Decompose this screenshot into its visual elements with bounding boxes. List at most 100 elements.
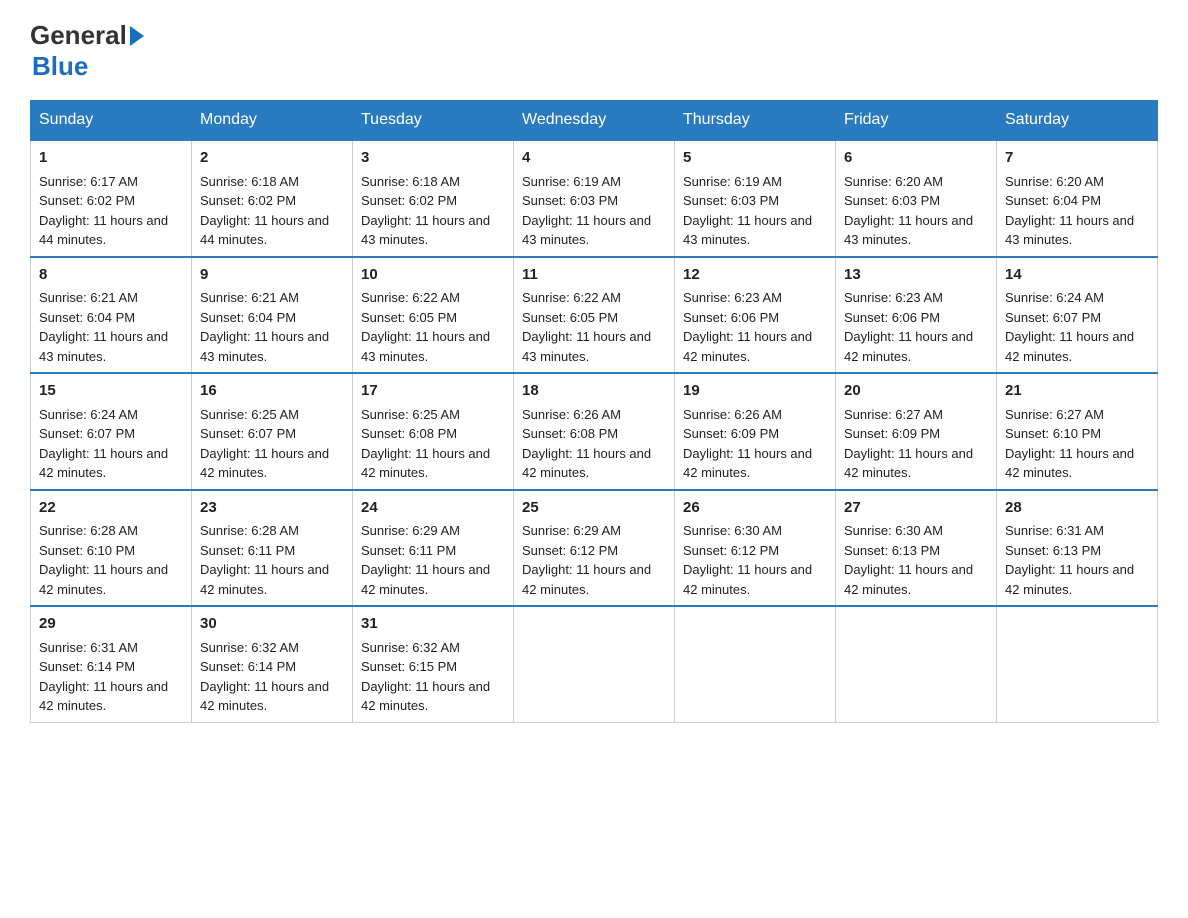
day-number: 7 — [1005, 147, 1149, 170]
day-info: Sunrise: 6:24 AMSunset: 6:07 PMDaylight:… — [39, 407, 168, 481]
day-number: 22 — [39, 497, 183, 520]
col-saturday: Saturday — [997, 101, 1158, 141]
calendar-cell: 15 Sunrise: 6:24 AMSunset: 6:07 PMDayligh… — [31, 373, 192, 490]
day-info: Sunrise: 6:28 AMSunset: 6:10 PMDaylight:… — [39, 523, 168, 597]
day-info: Sunrise: 6:26 AMSunset: 6:09 PMDaylight:… — [683, 407, 812, 481]
day-number: 11 — [522, 264, 666, 287]
calendar-cell: 5 Sunrise: 6:19 AMSunset: 6:03 PMDaylight… — [675, 140, 836, 257]
calendar-cell: 6 Sunrise: 6:20 AMSunset: 6:03 PMDaylight… — [836, 140, 997, 257]
calendar-cell: 17 Sunrise: 6:25 AMSunset: 6:08 PMDayligh… — [353, 373, 514, 490]
day-number: 6 — [844, 147, 988, 170]
day-number: 24 — [361, 497, 505, 520]
calendar-cell — [514, 606, 675, 722]
calendar-cell: 24 Sunrise: 6:29 AMSunset: 6:11 PMDayligh… — [353, 490, 514, 607]
calendar-cell: 30Sunrise: 6:32 AMSunset: 6:14 PMDayligh… — [192, 606, 353, 722]
calendar-cell: 18 Sunrise: 6:26 AMSunset: 6:08 PMDayligh… — [514, 373, 675, 490]
logo: General Blue — [30, 20, 145, 82]
day-info: Sunrise: 6:32 AMSunset: 6:14 PMDaylight:… — [200, 640, 329, 714]
calendar-cell: 25 Sunrise: 6:29 AMSunset: 6:12 PMDayligh… — [514, 490, 675, 607]
day-number: 10 — [361, 264, 505, 287]
day-info: Sunrise: 6:22 AMSunset: 6:05 PMDaylight:… — [361, 290, 490, 364]
day-number: 3 — [361, 147, 505, 170]
calendar-cell: 4 Sunrise: 6:19 AMSunset: 6:03 PMDaylight… — [514, 140, 675, 257]
calendar-cell: 10 Sunrise: 6:22 AMSunset: 6:05 PMDayligh… — [353, 257, 514, 374]
calendar-header-row: Sunday Monday Tuesday Wednesday Thursday… — [31, 101, 1158, 141]
calendar-cell: 9Sunrise: 6:21 AMSunset: 6:04 PMDaylight… — [192, 257, 353, 374]
calendar-cell — [997, 606, 1158, 722]
calendar-week-row: 29Sunrise: 6:31 AMSunset: 6:14 PMDayligh… — [31, 606, 1158, 722]
calendar-cell: 13 Sunrise: 6:23 AMSunset: 6:06 PMDayligh… — [836, 257, 997, 374]
col-wednesday: Wednesday — [514, 101, 675, 141]
day-info: Sunrise: 6:25 AMSunset: 6:08 PMDaylight:… — [361, 407, 490, 481]
calendar-cell: 28Sunrise: 6:31 AMSunset: 6:13 PMDayligh… — [997, 490, 1158, 607]
day-number: 26 — [683, 497, 827, 520]
day-number: 1 — [39, 147, 183, 170]
day-info: Sunrise: 6:21 AMSunset: 6:04 PMDaylight:… — [39, 290, 168, 364]
day-number: 31 — [361, 613, 505, 636]
day-number: 17 — [361, 380, 505, 403]
logo-general-text: General — [30, 20, 127, 51]
calendar-cell: 8 Sunrise: 6:21 AMSunset: 6:04 PMDaylight… — [31, 257, 192, 374]
col-friday: Friday — [836, 101, 997, 141]
day-info: Sunrise: 6:19 AMSunset: 6:03 PMDaylight:… — [683, 174, 812, 248]
day-number: 19 — [683, 380, 827, 403]
calendar-cell: 27Sunrise: 6:30 AMSunset: 6:13 PMDayligh… — [836, 490, 997, 607]
col-sunday: Sunday — [31, 101, 192, 141]
day-info: Sunrise: 6:27 AMSunset: 6:09 PMDaylight:… — [844, 407, 973, 481]
day-info: Sunrise: 6:29 AMSunset: 6:11 PMDaylight:… — [361, 523, 490, 597]
day-number: 20 — [844, 380, 988, 403]
day-info: Sunrise: 6:24 AMSunset: 6:07 PMDaylight:… — [1005, 290, 1134, 364]
day-info: Sunrise: 6:20 AMSunset: 6:04 PMDaylight:… — [1005, 174, 1134, 248]
calendar-cell: 12Sunrise: 6:23 AMSunset: 6:06 PMDayligh… — [675, 257, 836, 374]
logo-arrow-icon — [130, 26, 144, 46]
day-info: Sunrise: 6:28 AMSunset: 6:11 PMDaylight:… — [200, 523, 329, 597]
calendar-cell: 21 Sunrise: 6:27 AMSunset: 6:10 PMDayligh… — [997, 373, 1158, 490]
calendar-cell: 31Sunrise: 6:32 AMSunset: 6:15 PMDayligh… — [353, 606, 514, 722]
calendar-week-row: 15 Sunrise: 6:24 AMSunset: 6:07 PMDayligh… — [31, 373, 1158, 490]
day-info: Sunrise: 6:29 AMSunset: 6:12 PMDaylight:… — [522, 523, 651, 597]
calendar-week-row: 1Sunrise: 6:17 AMSunset: 6:02 PMDaylight… — [31, 140, 1158, 257]
day-number: 13 — [844, 264, 988, 287]
day-number: 18 — [522, 380, 666, 403]
page-header: General Blue — [30, 20, 1158, 82]
calendar-cell: 16Sunrise: 6:25 AMSunset: 6:07 PMDayligh… — [192, 373, 353, 490]
day-info: Sunrise: 6:19 AMSunset: 6:03 PMDaylight:… — [522, 174, 651, 248]
day-info: Sunrise: 6:18 AMSunset: 6:02 PMDaylight:… — [361, 174, 490, 248]
calendar-cell: 22 Sunrise: 6:28 AMSunset: 6:10 PMDayligh… — [31, 490, 192, 607]
day-number: 29 — [39, 613, 183, 636]
day-number: 15 — [39, 380, 183, 403]
calendar-cell: 2 Sunrise: 6:18 AMSunset: 6:02 PMDaylight… — [192, 140, 353, 257]
day-number: 2 — [200, 147, 344, 170]
calendar-cell: 7 Sunrise: 6:20 AMSunset: 6:04 PMDaylight… — [997, 140, 1158, 257]
day-info: Sunrise: 6:22 AMSunset: 6:05 PMDaylight:… — [522, 290, 651, 364]
calendar-cell — [836, 606, 997, 722]
day-info: Sunrise: 6:23 AMSunset: 6:06 PMDaylight:… — [844, 290, 973, 364]
calendar-cell: 1Sunrise: 6:17 AMSunset: 6:02 PMDaylight… — [31, 140, 192, 257]
calendar-week-row: 8 Sunrise: 6:21 AMSunset: 6:04 PMDaylight… — [31, 257, 1158, 374]
calendar-cell: 20 Sunrise: 6:27 AMSunset: 6:09 PMDayligh… — [836, 373, 997, 490]
col-thursday: Thursday — [675, 101, 836, 141]
day-number: 21 — [1005, 380, 1149, 403]
calendar-cell: 3 Sunrise: 6:18 AMSunset: 6:02 PMDaylight… — [353, 140, 514, 257]
calendar-cell: 26Sunrise: 6:30 AMSunset: 6:12 PMDayligh… — [675, 490, 836, 607]
day-number: 14 — [1005, 264, 1149, 287]
day-number: 25 — [522, 497, 666, 520]
day-info: Sunrise: 6:31 AMSunset: 6:13 PMDaylight:… — [1005, 523, 1134, 597]
logo-blue-text: Blue — [32, 51, 88, 81]
calendar-table: Sunday Monday Tuesday Wednesday Thursday… — [30, 100, 1158, 723]
calendar-cell: 19 Sunrise: 6:26 AMSunset: 6:09 PMDayligh… — [675, 373, 836, 490]
day-info: Sunrise: 6:18 AMSunset: 6:02 PMDaylight:… — [200, 174, 329, 248]
day-info: Sunrise: 6:20 AMSunset: 6:03 PMDaylight:… — [844, 174, 973, 248]
day-info: Sunrise: 6:27 AMSunset: 6:10 PMDaylight:… — [1005, 407, 1134, 481]
day-number: 8 — [39, 264, 183, 287]
day-number: 9 — [200, 264, 344, 287]
day-number: 16 — [200, 380, 344, 403]
day-number: 23 — [200, 497, 344, 520]
day-number: 4 — [522, 147, 666, 170]
calendar-cell: 29Sunrise: 6:31 AMSunset: 6:14 PMDayligh… — [31, 606, 192, 722]
col-tuesday: Tuesday — [353, 101, 514, 141]
day-info: Sunrise: 6:26 AMSunset: 6:08 PMDaylight:… — [522, 407, 651, 481]
day-number: 5 — [683, 147, 827, 170]
col-monday: Monday — [192, 101, 353, 141]
day-info: Sunrise: 6:23 AMSunset: 6:06 PMDaylight:… — [683, 290, 812, 364]
